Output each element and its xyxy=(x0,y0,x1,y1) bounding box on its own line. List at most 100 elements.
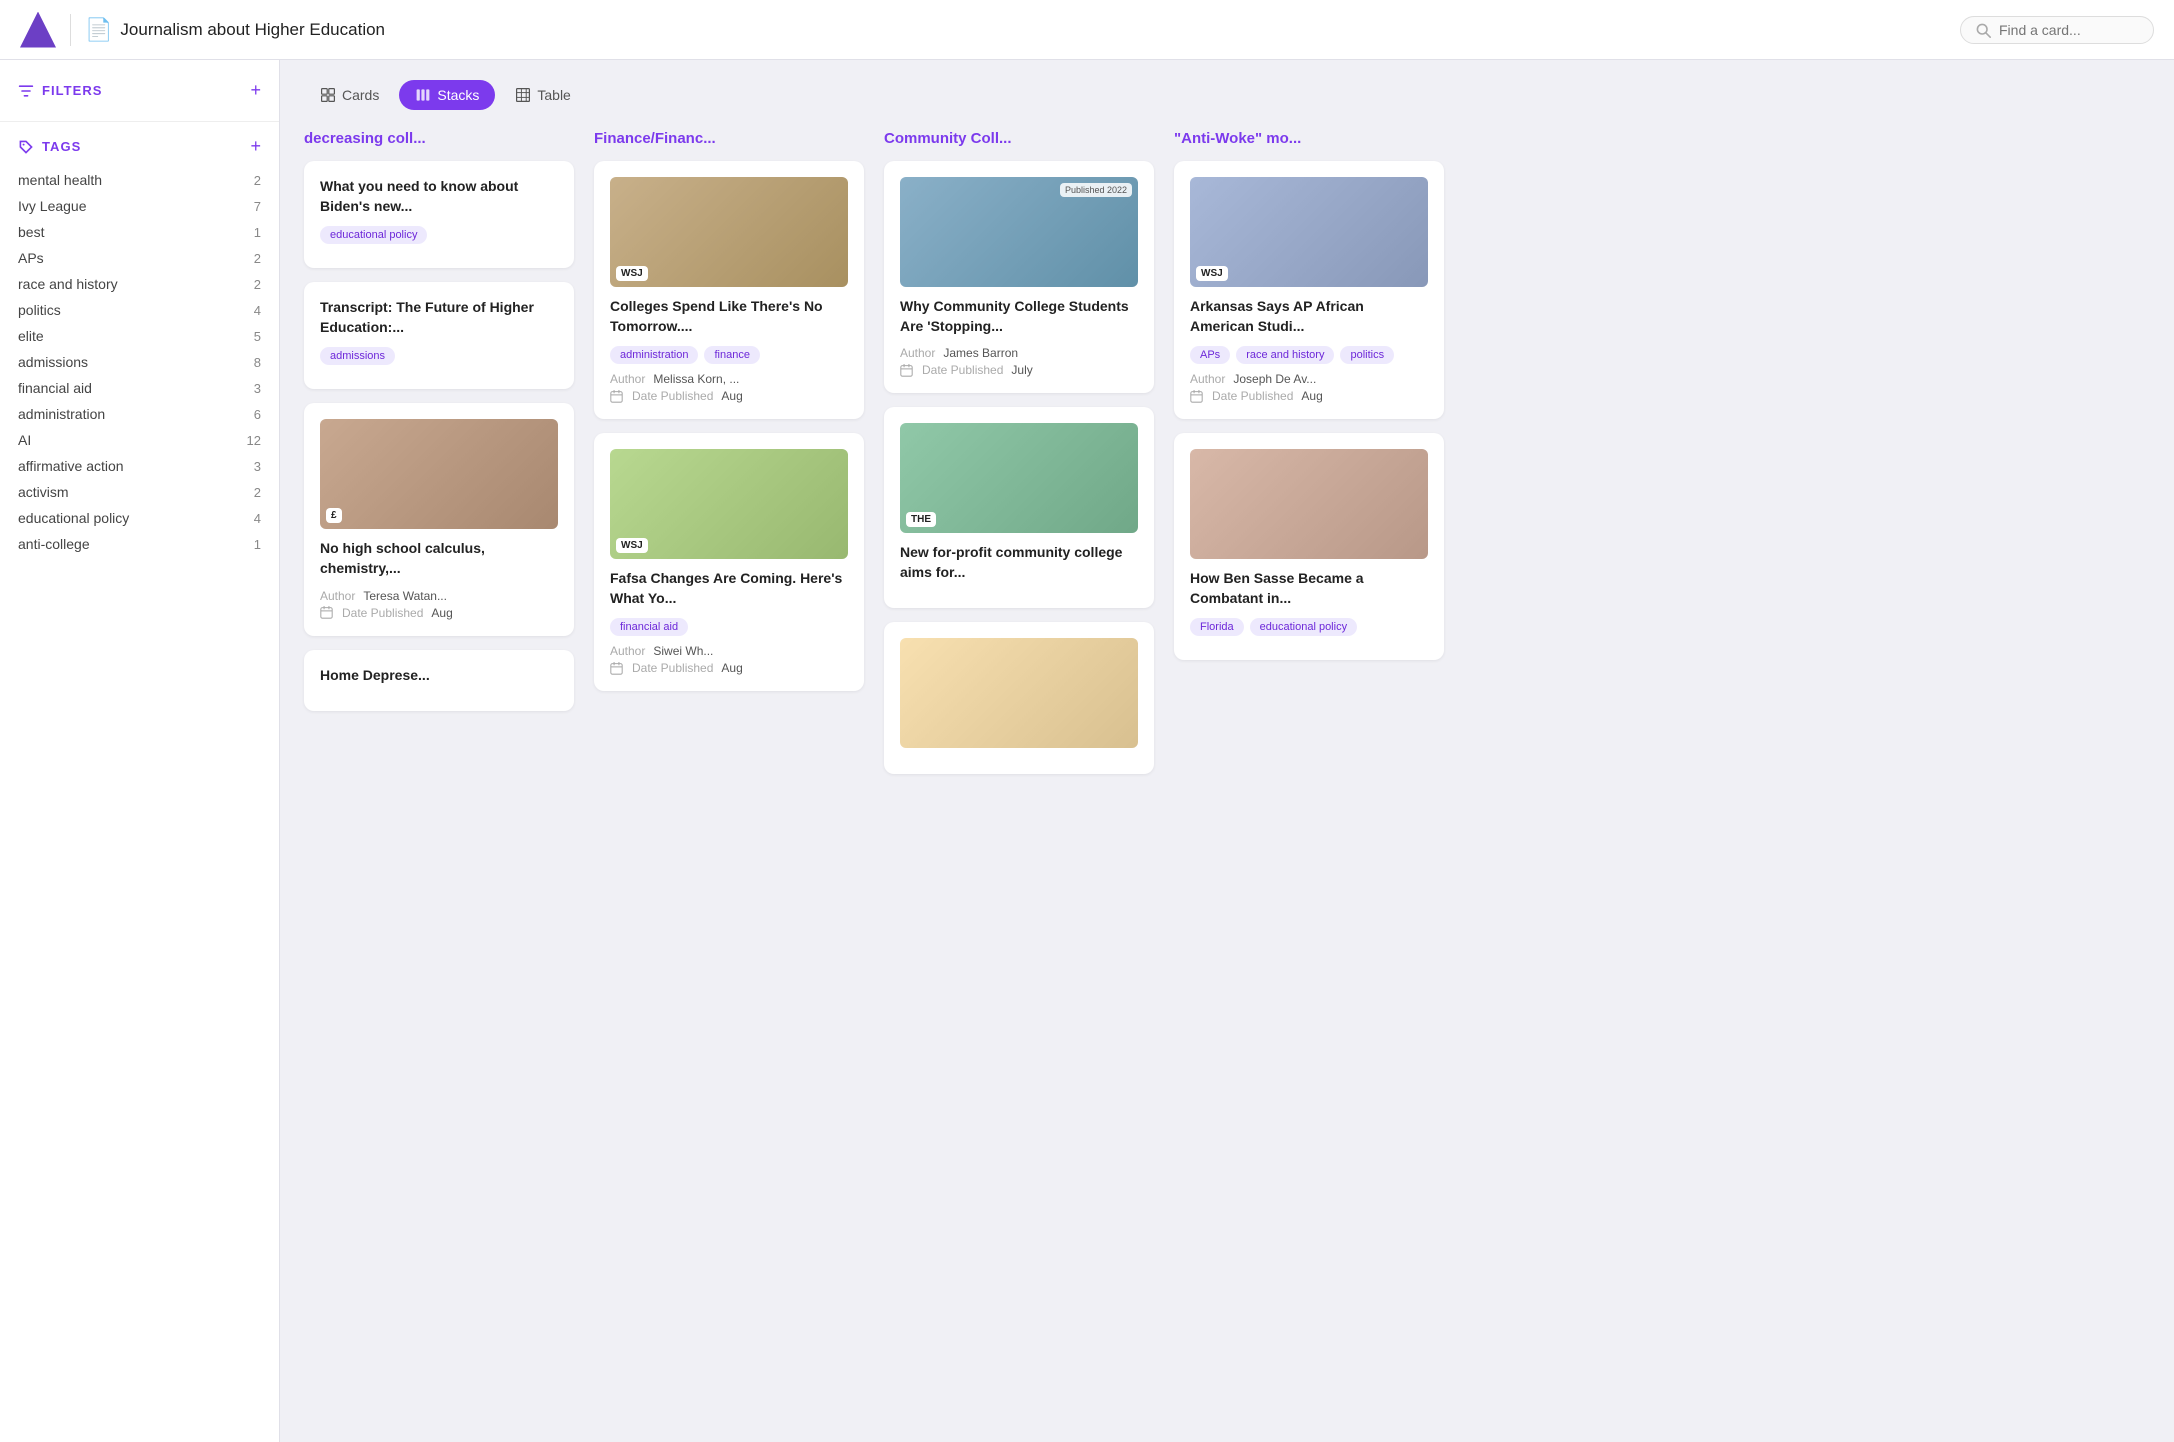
card-tag[interactable]: APs xyxy=(1190,346,1230,364)
date-label: Date Published xyxy=(632,389,713,403)
card-author-row: AuthorSiwei Wh... xyxy=(610,644,848,658)
app-logo xyxy=(20,12,56,48)
add-tag-button[interactable]: + xyxy=(250,136,261,157)
card-tag[interactable]: administration xyxy=(610,346,698,364)
card-meta: AuthorJoseph De Av... Date Published Aug xyxy=(1190,372,1428,403)
table-icon xyxy=(515,87,531,103)
sidebar-tag-item[interactable]: AI12 xyxy=(0,427,279,453)
card-tag[interactable]: race and history xyxy=(1236,346,1334,364)
card-tag[interactable]: educational policy xyxy=(320,226,427,244)
author-label: Author xyxy=(900,346,935,360)
card-tags: administration finance xyxy=(610,346,848,364)
tag-name: activism xyxy=(18,484,69,500)
cards-view-button[interactable]: Cards xyxy=(304,80,395,110)
card-meta: AuthorTeresa Watan... Date Published Aug xyxy=(320,589,558,620)
page-title: Journalism about Higher Education xyxy=(120,20,385,40)
add-filter-button[interactable]: + xyxy=(250,80,261,101)
stack-column-title: Community Coll... xyxy=(884,130,1154,147)
stack-column: Finance/Financ...WSJColleges Spend Like … xyxy=(594,130,864,705)
tag-count: 2 xyxy=(254,251,261,266)
tag-name: mental health xyxy=(18,172,102,188)
card-date-row: Date Published Aug xyxy=(1190,389,1428,403)
sidebar-tag-item[interactable]: financial aid3 xyxy=(0,375,279,401)
tag-name: affirmative action xyxy=(18,458,124,474)
sidebar: FILTERS + TAGS + mental health2Ivy Leagu… xyxy=(0,60,280,1442)
sidebar-tag-item[interactable]: admissions 8 xyxy=(0,349,279,375)
card-author-row: Author James Barron xyxy=(900,346,1138,360)
search-box[interactable] xyxy=(1960,16,2154,44)
tag-count: 1 xyxy=(254,225,261,240)
tag-name: politics xyxy=(18,302,61,318)
sidebar-tag-item[interactable]: APs2 xyxy=(0,245,279,271)
search-input[interactable] xyxy=(1999,22,2139,38)
card[interactable]: How Ben Sasse Became a Combatant in... Fl… xyxy=(1174,433,1444,660)
card[interactable]: THENew for-profit community college aims… xyxy=(884,407,1154,608)
sidebar-divider-1 xyxy=(0,121,279,122)
topbar: 📄 Journalism about Higher Education xyxy=(0,0,2174,60)
card[interactable]: WSJFafsa Changes Are Coming. Here's What… xyxy=(594,433,864,691)
date-value: Aug xyxy=(721,661,742,675)
tag-name: race and history xyxy=(18,276,118,292)
main-content: Cards Stacks Table xyxy=(280,60,2174,1442)
sidebar-tag-item[interactable]: activism 2 xyxy=(0,479,279,505)
tag-count: 2 xyxy=(254,485,261,500)
card[interactable]: £No high school calculus, chemistry,...A… xyxy=(304,403,574,635)
card[interactable]: What you need to know about Biden's new.… xyxy=(304,161,574,268)
date-label: Date Published xyxy=(1212,389,1293,403)
card-tags: Florida educational policy xyxy=(1190,618,1428,636)
filter-icon xyxy=(18,83,34,99)
filters-section: FILTERS + xyxy=(0,80,279,115)
stack-column: decreasing coll...What you need to know … xyxy=(304,130,574,725)
sidebar-tag-item[interactable]: Ivy League 7 xyxy=(0,193,279,219)
sidebar-tag-item[interactable]: anti-college1 xyxy=(0,531,279,557)
card-tag[interactable]: educational policy xyxy=(1250,618,1357,636)
date-label: Date Published xyxy=(342,606,423,620)
sidebar-tag-item[interactable]: elite5 xyxy=(0,323,279,349)
card[interactable] xyxy=(884,622,1154,774)
sidebar-tag-item[interactable]: race and history 2 xyxy=(0,271,279,297)
search-icon xyxy=(1975,22,1991,38)
card-title: Fafsa Changes Are Coming. Here's What Yo… xyxy=(610,569,848,608)
stacks-view-button[interactable]: Stacks xyxy=(399,80,495,110)
sidebar-tag-item[interactable]: mental health2 xyxy=(0,167,279,193)
author-label: Author xyxy=(610,644,645,658)
card-title: How Ben Sasse Became a Combatant in... xyxy=(1190,569,1428,608)
author-value: James Barron xyxy=(943,346,1018,360)
card-tags: admissions xyxy=(320,347,558,365)
card-image-logo: WSJ xyxy=(616,266,648,281)
filters-title: FILTERS xyxy=(18,83,102,99)
tag-count: 4 xyxy=(254,511,261,526)
card-title: No high school calculus, chemistry,... xyxy=(320,539,558,578)
tag-count: 3 xyxy=(254,381,261,396)
card[interactable]: Transcript: The Future of Higher Educati… xyxy=(304,282,574,389)
card-tag[interactable]: admissions xyxy=(320,347,395,365)
sidebar-tag-item[interactable]: educational policy4 xyxy=(0,505,279,531)
table-view-button[interactable]: Table xyxy=(499,80,586,110)
sidebar-tag-item[interactable]: best1 xyxy=(0,219,279,245)
card-tag[interactable]: politics xyxy=(1340,346,1394,364)
calendar-icon xyxy=(900,364,913,377)
author-value: Teresa Watan... xyxy=(363,589,447,603)
card-tag[interactable]: Florida xyxy=(1190,618,1244,636)
card-tag[interactable]: finance xyxy=(704,346,759,364)
card[interactable]: WSJArkansas Says AP African American Stu… xyxy=(1174,161,1444,419)
card[interactable]: Published 2022Why Community College Stud… xyxy=(884,161,1154,393)
card-tag[interactable]: financial aid xyxy=(610,618,688,636)
tag-name: Ivy League xyxy=(18,198,87,214)
stack-column: "Anti-Woke" mo...WSJArkansas Says AP Afr… xyxy=(1174,130,1444,674)
sidebar-tag-item[interactable]: affirmative action3 xyxy=(0,453,279,479)
card[interactable]: WSJColleges Spend Like There's No Tomorr… xyxy=(594,161,864,419)
sidebar-tag-item[interactable]: politics4 xyxy=(0,297,279,323)
card-date-row: Date Published Aug xyxy=(610,389,848,403)
tag-count: 2 xyxy=(254,277,261,292)
tag-count: 8 xyxy=(254,355,261,370)
sidebar-tag-item[interactable]: administration6 xyxy=(0,401,279,427)
view-toggle: Cards Stacks Table xyxy=(304,80,2150,110)
card-author-row: AuthorMelissa Korn, ... xyxy=(610,372,848,386)
tag-count: 7 xyxy=(254,199,261,214)
card[interactable]: Home Deprese... xyxy=(304,650,574,712)
tag-name: admissions xyxy=(18,354,88,370)
tag-name: administration xyxy=(18,406,105,422)
author-label: Author xyxy=(1190,372,1225,386)
card-title: Transcript: The Future of Higher Educati… xyxy=(320,298,558,337)
